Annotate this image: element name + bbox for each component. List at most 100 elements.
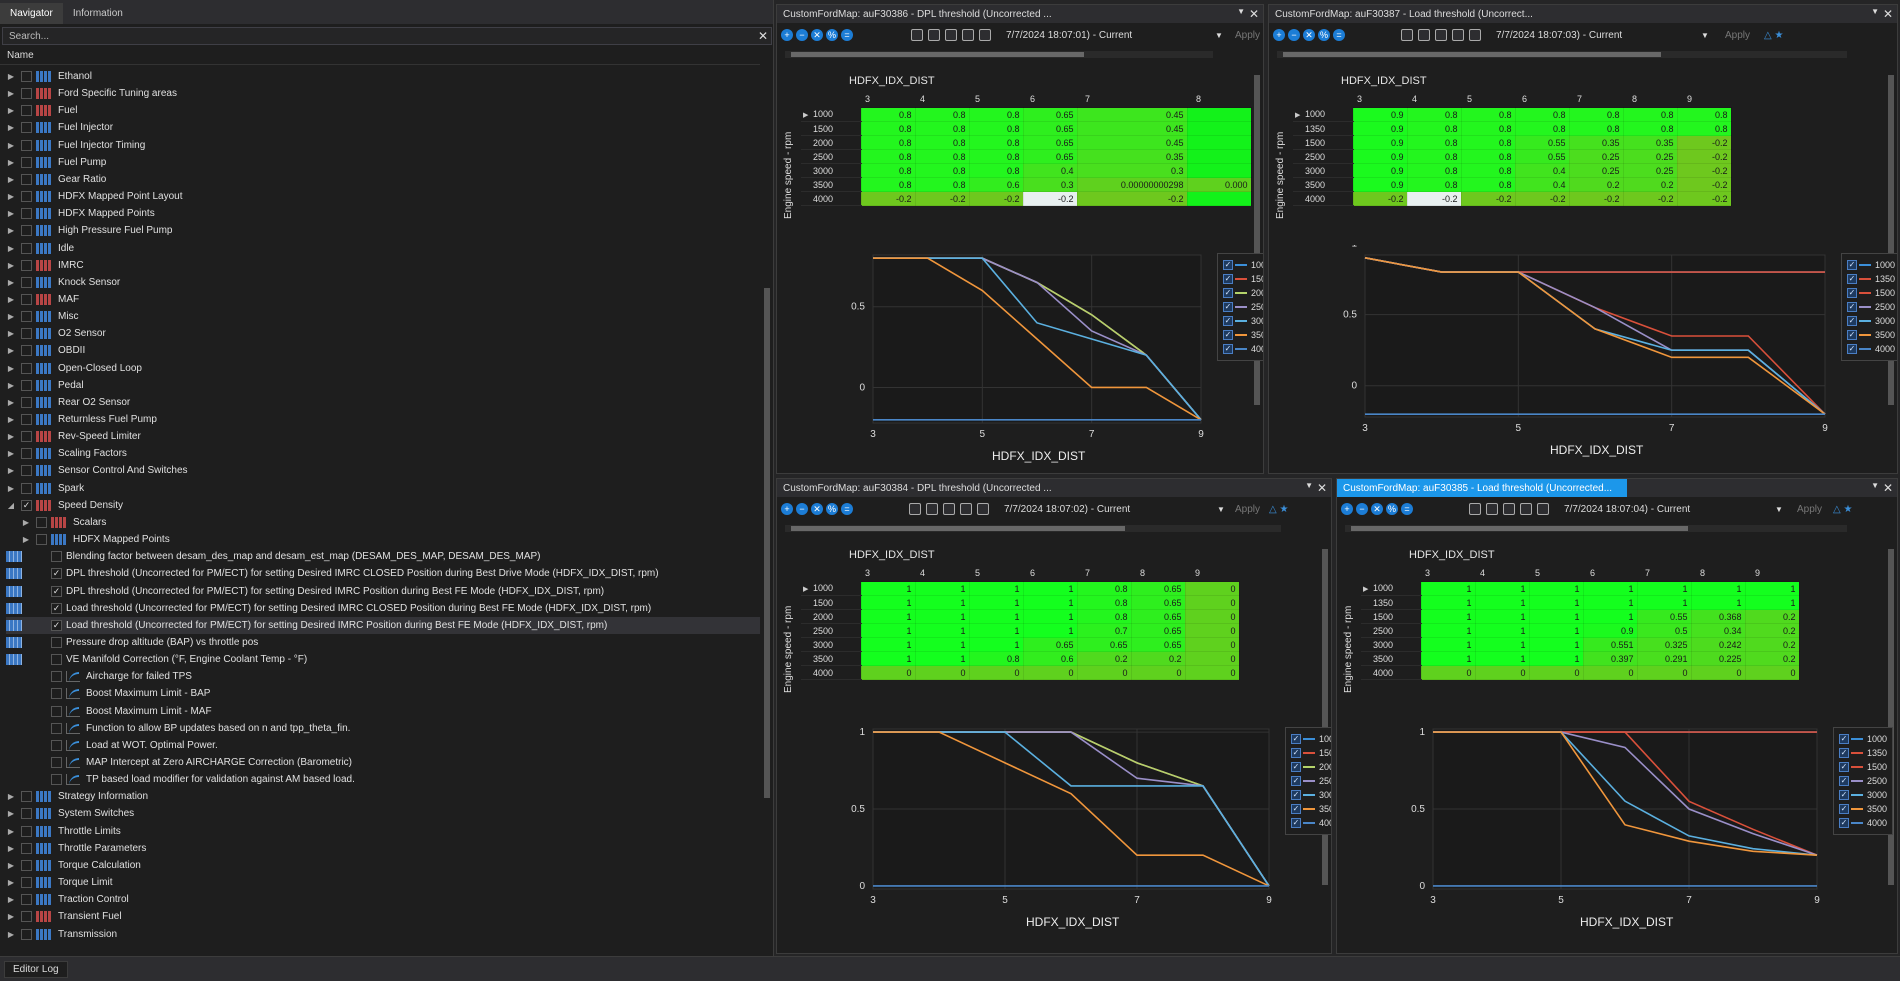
close-icon[interactable]: ✕ (1883, 481, 1893, 495)
minus-square-icon[interactable] (1503, 503, 1515, 515)
clear-icon[interactable]: ✕ (811, 29, 823, 41)
tree-checkbox[interactable]: ✓ (51, 568, 62, 580)
legend-item[interactable]: ✓ 3500 (1291, 802, 1331, 816)
tree-item[interactable]: ▶ MAF (6, 291, 760, 308)
expand-arrow-icon[interactable]: ▶ (6, 415, 16, 424)
table-h-scrollbar[interactable] (785, 51, 1213, 58)
legend-item[interactable]: ✓ 2500 (1839, 774, 1887, 788)
scrollbar-thumb[interactable] (791, 526, 1125, 531)
tree-item[interactable]: Load at WOT. Optimal Power. (6, 737, 760, 754)
tree-item[interactable]: ◢ ✓ Speed Density (6, 497, 760, 514)
tree-checkbox[interactable] (21, 859, 32, 871)
table-cell[interactable]: 1 (1474, 651, 1530, 666)
tree-checkbox[interactable] (21, 808, 32, 820)
chevron-down-icon[interactable]: ▼ (1217, 505, 1225, 514)
table-cell[interactable]: 0 (1582, 665, 1638, 680)
table-cell[interactable]: 1 (914, 609, 970, 624)
tree-item[interactable]: ▶ Fuel Injector Timing (6, 137, 760, 154)
table-cell[interactable]: 1 (1474, 609, 1530, 624)
table-cell[interactable]: 0.8 (1406, 149, 1462, 164)
tree-item[interactable]: ▶ Sensor Control And Switches (6, 462, 760, 479)
tree-checkbox[interactable] (21, 173, 32, 185)
table-cell[interactable]: -0.2 (1676, 149, 1732, 164)
legend-item[interactable]: ✓ 2500 (1847, 300, 1895, 314)
apply-button[interactable]: Apply (1235, 504, 1260, 515)
table-cell[interactable]: 0.2 (1744, 609, 1800, 624)
expand-arrow-icon[interactable]: ▶ (6, 89, 16, 98)
table-cell[interactable]: 0.8 (1406, 121, 1462, 136)
clear-icon[interactable]: ✕ (1371, 503, 1383, 515)
tree-item[interactable]: ▶ Traction Control (6, 891, 760, 908)
table-cell[interactable]: -0.2 (1076, 191, 1188, 206)
tree-checkbox[interactable] (21, 465, 32, 477)
tree-item[interactable]: ▶ Throttle Limits (6, 823, 760, 840)
table-cell[interactable]: 0.291 (1636, 651, 1692, 666)
table-cell[interactable]: 0 (1184, 581, 1240, 596)
tree-checkbox[interactable] (21, 242, 32, 254)
tree-checkbox[interactable] (51, 688, 62, 700)
table-cell[interactable]: 0.8 (1622, 121, 1678, 136)
table-cell[interactable]: 0.8 (1568, 121, 1624, 136)
table-cell[interactable]: 1 (1636, 595, 1692, 610)
table-cell[interactable]: 0 (860, 665, 916, 680)
table-cell[interactable]: 0.55 (1636, 609, 1692, 624)
table-cell[interactable]: -0.2 (860, 191, 916, 206)
legend-checkbox[interactable]: ✓ (1291, 762, 1301, 772)
table-cell[interactable]: 0.8 (860, 177, 916, 192)
remove-icon[interactable]: − (796, 503, 808, 515)
tree-checkbox[interactable] (21, 71, 32, 82)
table-cell[interactable]: 0 (1184, 595, 1240, 610)
tree-item[interactable]: ▶ Fuel Pump (6, 154, 760, 171)
table-cell[interactable]: 0.8 (1622, 107, 1678, 122)
split-view-icon[interactable] (1418, 29, 1430, 41)
snapshot-selector[interactable]: 7/7/2024 18:07:03) - Current (1496, 30, 1622, 41)
table-cell[interactable]: 1 (860, 637, 916, 652)
table-h-scrollbar[interactable] (1277, 51, 1847, 58)
table-cell[interactable]: 0.6 (1022, 651, 1078, 666)
table-cell[interactable]: 0 (914, 665, 970, 680)
expand-arrow-icon[interactable]: ▶ (6, 364, 16, 373)
table-cell[interactable]: 0.8 (968, 107, 1024, 122)
legend-checkbox[interactable]: ✓ (1839, 790, 1849, 800)
tree-checkbox[interactable] (21, 191, 32, 203)
grid-view-icon[interactable] (909, 503, 921, 515)
legend-item[interactable]: ✓ 1000 (1839, 732, 1887, 746)
clear-icon[interactable]: ✕ (811, 503, 823, 515)
tree-checkbox[interactable] (51, 705, 62, 717)
table-cell[interactable]: 0.8 (914, 177, 970, 192)
table-cell[interactable]: 0.8 (1076, 581, 1132, 596)
tree-checkbox[interactable] (21, 225, 32, 237)
table-cell[interactable]: -0.2 (1622, 191, 1678, 206)
legend-item[interactable]: ✓ 2000 (1223, 286, 1263, 300)
table-cell[interactable]: -0.2 (1460, 191, 1516, 206)
table-cell[interactable]: 0.9 (1352, 163, 1408, 178)
table-cell[interactable]: -0.2 (968, 191, 1024, 206)
tree-checkbox[interactable] (21, 791, 32, 803)
chart-view-icon[interactable] (1520, 503, 1532, 515)
name-column-header[interactable]: Name (0, 50, 760, 65)
table-cell[interactable]: -0.2 (914, 191, 970, 206)
tree-item[interactable]: ▶ Spark (6, 480, 760, 497)
table-cell[interactable]: 0.65 (1022, 637, 1078, 652)
legend-checkbox[interactable]: ✓ (1223, 344, 1233, 354)
minus-square-icon[interactable] (945, 29, 957, 41)
tree-item[interactable]: ▶ Pedal (6, 377, 760, 394)
tree-item[interactable]: Aircharge for failed TPS (6, 668, 760, 685)
table-cell[interactable]: 0.2 (1076, 651, 1132, 666)
tree-scrollbar[interactable] (762, 68, 772, 948)
equals-icon[interactable]: = (841, 29, 853, 41)
table-cell[interactable]: 0.225 (1690, 651, 1746, 666)
add-icon[interactable]: + (781, 29, 793, 41)
table-cell[interactable]: 0.65 (1130, 623, 1186, 638)
add-icon[interactable]: + (781, 503, 793, 515)
tree-item[interactable]: Boost Maximum Limit - BAP (6, 685, 760, 702)
table-cell[interactable]: 1 (1636, 581, 1692, 596)
clear-icon[interactable]: ✕ (1303, 29, 1315, 41)
editor-log-tab[interactable]: Editor Log (4, 961, 68, 978)
legend-checkbox[interactable]: ✓ (1223, 260, 1233, 270)
legend-checkbox[interactable]: ✓ (1847, 344, 1857, 354)
legend-checkbox[interactable]: ✓ (1223, 302, 1233, 312)
tree-item[interactable]: ▶ Returnless Fuel Pump (6, 411, 760, 428)
table-cell[interactable]: 1 (1582, 581, 1638, 596)
expand-arrow-icon[interactable]: ▶ (6, 878, 16, 887)
